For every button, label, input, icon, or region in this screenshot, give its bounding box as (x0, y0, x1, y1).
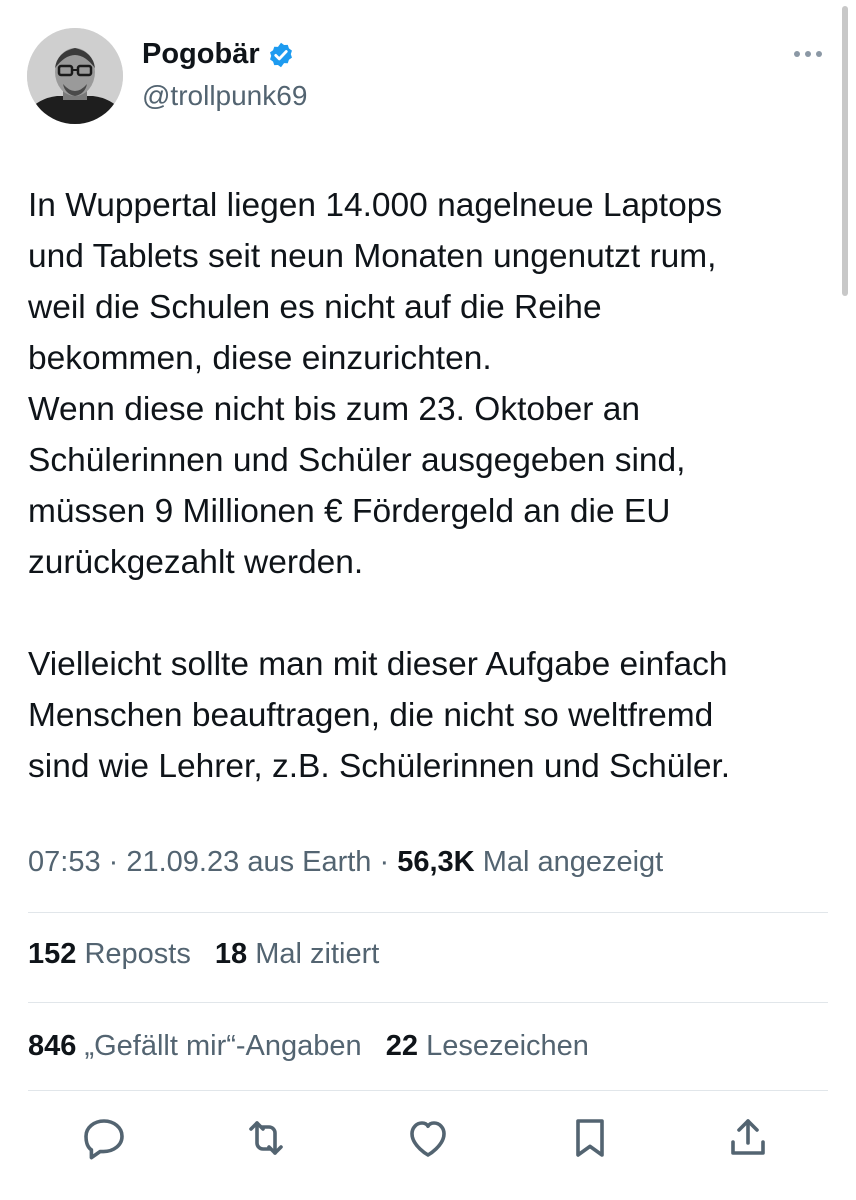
tweet-line: müssen 9 Millionen € Fördergeld an die E… (28, 493, 671, 530)
divider (28, 912, 828, 913)
avatar[interactable] (27, 28, 123, 124)
action-bar (0, 1114, 856, 1166)
bookmarks-label: Lesezeichen (426, 1030, 589, 1062)
tweet-line: weil die Schulen es nicht auf die Reihe (28, 289, 602, 326)
tweet-line: In Wuppertal liegen 14.000 nagelneue Lap… (28, 187, 723, 224)
tweet-text: In Wuppertal liegen 14.000 nagelneue Lap… (28, 180, 828, 792)
reposts-label: Reposts (84, 938, 191, 970)
divider (28, 1090, 828, 1091)
scrollbar[interactable] (842, 6, 848, 296)
bookmarks-count: 22 (385, 1030, 418, 1062)
share-icon[interactable] (724, 1114, 772, 1162)
reply-icon[interactable] (80, 1114, 128, 1162)
tweet-line: Vielleicht sollte man mit dieser Aufgabe… (28, 646, 728, 683)
repost-stats-row: 152 Reposts 18 Mal zitiert (28, 938, 395, 971)
tweet-line: Schülerinnen und Schüler ausgegeben sind… (28, 442, 686, 479)
like-stats-row: 846 „Gefällt mir“-Angaben 22 Lesezeichen (28, 1030, 605, 1063)
meta-separator: · (379, 846, 398, 878)
tweet-line: zurückgezahlt werden. (28, 544, 364, 581)
views-count: 56,3K (397, 846, 475, 878)
tweet-line-blank (28, 588, 828, 639)
bookmark-icon[interactable] (566, 1114, 614, 1162)
tweet-line: bekommen, diese einzurichten. (28, 340, 492, 377)
display-name[interactable]: Pogobär (142, 38, 260, 71)
name-row: Pogobär (142, 38, 295, 71)
meta-separator: · (108, 846, 127, 878)
divider (28, 1002, 828, 1003)
bookmarks-link[interactable]: 22 Lesezeichen (386, 1030, 589, 1062)
repost-icon[interactable] (242, 1114, 290, 1162)
tweet-line: Wenn diese nicht bis zum 23. Oktober an (28, 391, 641, 428)
verified-badge-icon (267, 41, 295, 69)
tweet-date[interactable]: 21.09.23 (126, 846, 239, 878)
likes-link[interactable]: 846 „Gefällt mir“-Angaben (28, 1030, 370, 1062)
more-options-icon[interactable] (790, 44, 826, 64)
views-label: Mal angezeigt (482, 846, 664, 878)
quotes-count: 18 (214, 938, 248, 970)
quotes-link[interactable]: 18 Mal zitiert (215, 938, 379, 970)
tweet-source: aus Earth (247, 846, 372, 878)
tweet-line: Menschen beauftragen, die nicht so weltf… (28, 697, 714, 734)
user-handle[interactable]: @trollpunk69 (142, 80, 307, 112)
tweet-meta: 07:53 · 21.09.23 aus Earth · 56,3K Mal a… (28, 846, 663, 879)
likes-label: „Gefällt mir“-Angaben (84, 1030, 362, 1062)
tweet-line: und Tablets seit neun Monaten ungenutzt … (28, 238, 717, 275)
reposts-count: 152 (28, 938, 77, 970)
quotes-label: Mal zitiert (255, 938, 380, 970)
reposts-link[interactable]: 152 Reposts (28, 938, 199, 970)
tweet-line: sind wie Lehrer, z.B. Schülerinnen und S… (28, 748, 731, 785)
likes-count: 846 (28, 1030, 77, 1062)
tweet-time[interactable]: 07:53 (28, 846, 101, 878)
like-icon[interactable] (404, 1114, 452, 1162)
